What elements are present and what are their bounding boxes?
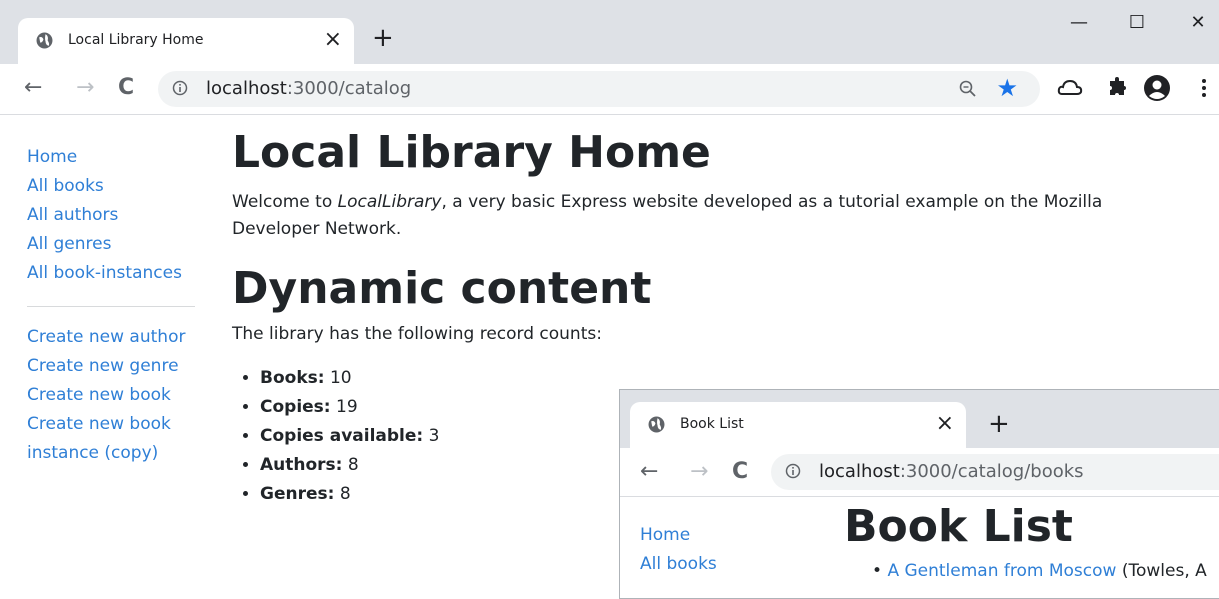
sidebar-item-all-book-instances[interactable]: All book-instances <box>27 259 195 288</box>
close-window-button[interactable]: ✕ <box>1175 8 1219 38</box>
sidebar: Home All books <box>640 521 808 579</box>
sidebar-item-all-authors[interactable]: All authors <box>27 201 195 230</box>
back-button[interactable]: ← <box>24 74 42 102</box>
reload-button[interactable]: C <box>118 74 134 102</box>
list-item: • A Gentleman from Moscow (Towles, A <box>872 561 1207 581</box>
forward-button[interactable]: → <box>76 74 94 102</box>
book-list-browser-window[interactable]: Book List × + ← → C localhost:3000/catal… <box>619 389 1219 599</box>
bookmark-star-icon[interactable]: ★ <box>996 74 1018 102</box>
counts-intro: The library has the following record cou… <box>232 324 602 344</box>
forward-button[interactable]: → <box>690 458 708 486</box>
main-content: Book List <box>844 497 1219 557</box>
tab-close-icon[interactable]: × <box>936 411 954 437</box>
url-text[interactable]: localhost:3000/catalog <box>206 78 411 99</box>
tab-local-library-home[interactable]: Local Library Home × <box>18 18 354 64</box>
tab-title: Book List <box>680 416 744 432</box>
sidebar: Home All books All authors All genres Al… <box>27 143 195 468</box>
tab-title: Local Library Home <box>68 32 204 48</box>
reload-button[interactable]: C <box>732 458 748 486</box>
toolbar: ← → C localhost:3000/catalog ★ <box>0 64 1219 115</box>
info-icon[interactable] <box>785 463 801 479</box>
page-title: Local Library Home <box>232 127 711 178</box>
address-bar[interactable]: localhost:3000/catalog ★ <box>158 71 1040 107</box>
zoom-out-icon[interactable] <box>958 79 978 99</box>
tab-strip: Local Library Home × + — ☐ ✕ <box>0 0 1219 64</box>
globe-icon <box>648 416 665 433</box>
sidebar-item-all-genres[interactable]: All genres <box>27 230 195 259</box>
back-button[interactable]: ← <box>640 458 658 486</box>
maximize-button[interactable]: ☐ <box>1114 8 1160 38</box>
sidebar-item-create-book-instance-cont[interactable]: instance (copy) <box>27 439 195 468</box>
page-title: Book List <box>844 501 1073 552</box>
info-icon[interactable] <box>172 80 188 96</box>
sidebar-item-home[interactable]: Home <box>27 143 195 172</box>
menu-dots-icon[interactable] <box>1200 76 1208 100</box>
sidebar-item-create-genre[interactable]: Create new genre <box>27 352 195 381</box>
book-link[interactable]: A Gentleman from Moscow <box>887 561 1116 581</box>
profile-avatar-icon[interactable] <box>1143 74 1171 102</box>
sidebar-item-home[interactable]: Home <box>640 521 808 550</box>
globe-icon <box>36 32 53 49</box>
welcome-text: Welcome to LocalLibrary, a very basic Ex… <box>232 192 1103 239</box>
tab-strip: Book List × + <box>620 390 1219 448</box>
sidebar-item-create-author[interactable]: Create new author <box>27 323 195 352</box>
url-text[interactable]: localhost:3000/catalog/books <box>819 461 1084 482</box>
sidebar-divider <box>27 306 195 307</box>
sidebar-item-create-book-instance[interactable]: Create new book <box>27 410 195 439</box>
address-bar[interactable]: localhost:3000/catalog/books <box>771 454 1219 490</box>
tab-book-list[interactable]: Book List × <box>630 402 966 448</box>
cloud-icon[interactable] <box>1057 76 1083 100</box>
tab-close-icon[interactable]: × <box>324 27 342 53</box>
section-title: Dynamic content <box>232 263 652 314</box>
sidebar-item-all-books[interactable]: All books <box>640 550 808 579</box>
minimize-button[interactable]: — <box>1056 8 1102 38</box>
new-tab-button[interactable]: + <box>372 24 394 52</box>
toolbar: ← → C localhost:3000/catalog/books <box>620 448 1219 497</box>
new-tab-button[interactable]: + <box>988 410 1010 438</box>
sidebar-item-all-books[interactable]: All books <box>27 172 195 201</box>
extensions-icon[interactable] <box>1105 76 1129 100</box>
sidebar-item-create-book[interactable]: Create new book <box>27 381 195 410</box>
